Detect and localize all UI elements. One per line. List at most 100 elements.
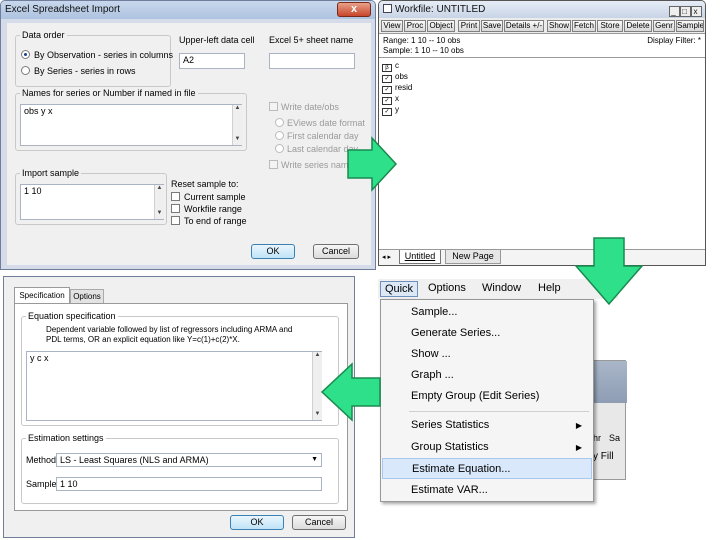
workfile-divider: [379, 57, 705, 58]
menu-item-estimate-equation[interactable]: Estimate Equation...: [382, 458, 592, 479]
write-names-checkbox[interactable]: [269, 160, 278, 169]
print-button[interactable]: Print: [458, 20, 480, 32]
workfile-range-checkbox[interactable]: [171, 204, 180, 213]
menu-item-group-statistics[interactable]: Group Statistics ▶: [382, 437, 592, 458]
menu-quick[interactable]: Quick: [380, 281, 418, 297]
scroll-up-icon[interactable]: ▲: [233, 105, 242, 114]
sheet-name-input[interactable]: [269, 53, 355, 69]
scroll-up-icon[interactable]: ▲: [313, 352, 322, 361]
tab-options[interactable]: Options: [70, 289, 104, 303]
scroll-down-icon[interactable]: ▼: [155, 210, 164, 219]
sample-input[interactable]: 1 10: [56, 477, 322, 491]
close-button[interactable]: x: [337, 2, 371, 17]
menu-item-sample[interactable]: Sample...: [382, 302, 592, 323]
menu-item-estimate-var[interactable]: Estimate VAR...: [382, 480, 592, 501]
specification-help: Dependent variable followed by list of r…: [46, 325, 293, 344]
specification-group-label: Equation specification: [26, 311, 118, 321]
workfile-object-c[interactable]: βc: [382, 60, 399, 72]
genr-button[interactable]: Genr: [653, 20, 675, 32]
menu-options[interactable]: Options: [428, 282, 466, 294]
menu-item-empty-group[interactable]: Empty Group (Edit Series): [382, 386, 592, 407]
upper-left-input[interactable]: A2: [179, 53, 245, 69]
series-icon: ✓: [382, 108, 392, 116]
menu-window[interactable]: Window: [482, 282, 521, 294]
radio-last-day[interactable]: [275, 144, 284, 153]
tab-specification-label: Specification: [19, 291, 65, 300]
excel-dialog-titlebar[interactable]: Excel Spreadsheet Import x: [1, 1, 375, 19]
object-name: c: [395, 61, 399, 70]
close-icon[interactable]: x: [691, 6, 702, 17]
workfile-toolbar: View Proc Object Print Save Details +/- …: [379, 18, 705, 34]
details-button[interactable]: Details +/-: [504, 20, 544, 32]
minimize-icon[interactable]: _: [669, 6, 680, 17]
import-sample-input[interactable]: 1 10: [20, 184, 164, 220]
estimation-group-label: Estimation settings: [26, 433, 106, 443]
submenu-arrow-icon: ▶: [575, 443, 582, 452]
by-series-label: By Series - series in rows: [34, 66, 136, 76]
method-label: Method:: [26, 455, 59, 465]
arrow-left-icon: [320, 362, 381, 422]
equation-ok-button[interactable]: OK: [230, 515, 284, 530]
menu-item-series-statistics[interactable]: Series Statistics ▶: [382, 415, 592, 436]
tab-specification[interactable]: Specification: [14, 287, 70, 303]
arrow-down-icon: [574, 237, 644, 306]
menu-help[interactable]: Help: [538, 282, 561, 294]
menu-item-graph[interactable]: Graph ...: [382, 365, 592, 386]
workfile-object-obs[interactable]: ✓ obs: [382, 71, 408, 83]
display-filter[interactable]: Display Filter: *: [647, 36, 701, 45]
save-button[interactable]: Save: [481, 20, 503, 32]
workfile-object-x[interactable]: ✓ x: [382, 93, 399, 105]
fetch-button[interactable]: Fetch: [572, 20, 596, 32]
chevron-down-icon[interactable]: ▼: [311, 455, 318, 465]
object-button[interactable]: Object: [427, 20, 455, 32]
menu-item-label: Estimate Equation...: [412, 463, 511, 475]
menu-separator: [409, 411, 589, 412]
scroll-down-icon[interactable]: ▼: [233, 136, 242, 145]
excel-cancel-button[interactable]: Cancel: [313, 244, 359, 259]
tab-untitled-label: Untitled: [404, 251, 436, 261]
equation-dialog: Specification Options Equation specifica…: [3, 276, 355, 538]
background-window: hr Sa y Fill: [590, 360, 627, 480]
tab-scroll-icon[interactable]: ◂ ▸: [382, 253, 391, 261]
tab-untitled[interactable]: Untitled: [399, 250, 441, 264]
menu-item-show[interactable]: Show ...: [382, 344, 592, 365]
radio-first-day[interactable]: [275, 131, 284, 140]
names-input[interactable]: obs y x: [20, 104, 242, 146]
method-select[interactable]: LS - Least Squares (NLS and ARMA) ▼: [56, 453, 322, 467]
workfile-titlebar[interactable]: Workfile: UNTITLED _ □ x: [379, 1, 705, 18]
object-name: obs: [395, 72, 408, 81]
sample-button[interactable]: Sample: [676, 20, 704, 32]
excel-ok-button[interactable]: OK: [251, 244, 295, 259]
specification-input[interactable]: y c x: [26, 351, 322, 421]
method-value: LS - Least Squares (NLS and ARMA): [60, 455, 209, 465]
proc-button[interactable]: Proc: [404, 20, 426, 32]
end-of-range-checkbox[interactable]: [171, 216, 180, 225]
range-text[interactable]: Range: 1 10 -- 10 obs: [383, 36, 460, 45]
workfile-object-y[interactable]: ✓ y: [382, 104, 399, 116]
maximize-icon[interactable]: □: [680, 6, 691, 17]
delete-button[interactable]: Delete: [624, 20, 652, 32]
scroll-up-icon[interactable]: ▲: [155, 185, 164, 194]
equation-cancel-button[interactable]: Cancel: [292, 515, 346, 530]
background-text: y Fill: [593, 451, 614, 462]
background-fragment-1: hr: [593, 433, 602, 443]
current-sample-checkbox[interactable]: [171, 192, 180, 201]
tab-new-page[interactable]: New Page: [445, 250, 501, 264]
workfile-tabbar: ◂ ▸ Untitled New Page: [379, 249, 705, 265]
submenu-arrow-icon: ▶: [575, 421, 582, 430]
view-button[interactable]: View: [381, 20, 403, 32]
names-scrollbar[interactable]: ▲ ▼: [232, 105, 242, 145]
equation-tab-panel: Equation specification Dependent variabl…: [14, 303, 348, 511]
radio-eviews-date[interactable]: [275, 118, 284, 127]
sample-text[interactable]: Sample: 1 10 -- 10 obs: [383, 46, 464, 55]
import-sample-label: Import sample: [20, 168, 82, 178]
menu-item-generate-series[interactable]: Generate Series...: [382, 323, 592, 344]
menu-item-label: Estimate VAR...: [411, 484, 488, 496]
write-dates-checkbox[interactable]: [269, 102, 278, 111]
show-button[interactable]: Show: [547, 20, 571, 32]
radio-by-observation[interactable]: [21, 50, 30, 59]
store-button[interactable]: Store: [597, 20, 623, 32]
sample-scrollbar[interactable]: ▲ ▼: [154, 185, 164, 219]
radio-by-series[interactable]: [21, 66, 30, 75]
workfile-object-resid[interactable]: ✓ resid: [382, 82, 412, 94]
